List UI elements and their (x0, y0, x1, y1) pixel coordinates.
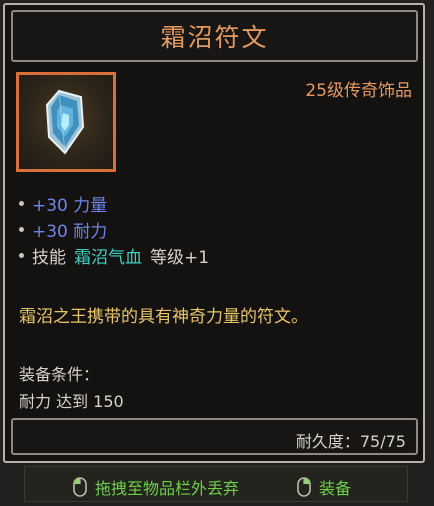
requirement-label: 装备条件： (19, 365, 100, 384)
item-name: 霜沼符文 (160, 23, 269, 52)
bullet-icon (19, 226, 24, 232)
item-description: 霜沼之王携带的具有神奇力量的符文。 (19, 307, 308, 327)
stat-row: +30 耐力 (19, 216, 209, 242)
skill-level: 等级+1 (150, 247, 210, 268)
skill-row: 技能 霜沼气血 等级+1 (19, 242, 209, 268)
bullet-icon (19, 200, 24, 206)
durability-text: 耐久度：75/75 (295, 432, 406, 451)
item-tooltip: 霜沼符文 25级传奇饰品 +30 力量 +30 耐力 技能 霜沼气血 等级+1 … (0, 0, 434, 506)
durability-box: 耐久度：75/75 (11, 418, 418, 455)
stat-text: +30 力量 (32, 195, 108, 216)
equip-hint[interactable]: 装备 (297, 475, 351, 499)
stat-row: +30 力量 (19, 190, 209, 216)
equip-hint-label: 装备 (319, 479, 352, 498)
title-bar: 霜沼符文 (11, 10, 418, 62)
item-rarity: 25级传奇饰品 (305, 81, 412, 101)
drop-hint[interactable]: 拖拽至物品栏外丢弃 (73, 475, 239, 499)
rune-crystal-icon (45, 89, 85, 155)
bullet-icon (19, 252, 24, 258)
skill-prefix: 技能 (32, 247, 66, 268)
mouse-right-icon (297, 477, 311, 497)
drop-hint-label: 拖拽至物品栏外丢弃 (95, 479, 240, 498)
action-hint-bar: 拖拽至物品栏外丢弃 装备 (24, 466, 408, 502)
mouse-left-icon (73, 477, 87, 497)
skill-name: 霜沼气血 (74, 247, 142, 268)
stat-text: +30 耐力 (32, 221, 108, 242)
stat-list: +30 力量 +30 耐力 技能 霜沼气血 等级+1 (19, 190, 209, 268)
item-icon-frame (16, 72, 116, 172)
requirement-value: 耐力 达到 150 (19, 392, 124, 411)
